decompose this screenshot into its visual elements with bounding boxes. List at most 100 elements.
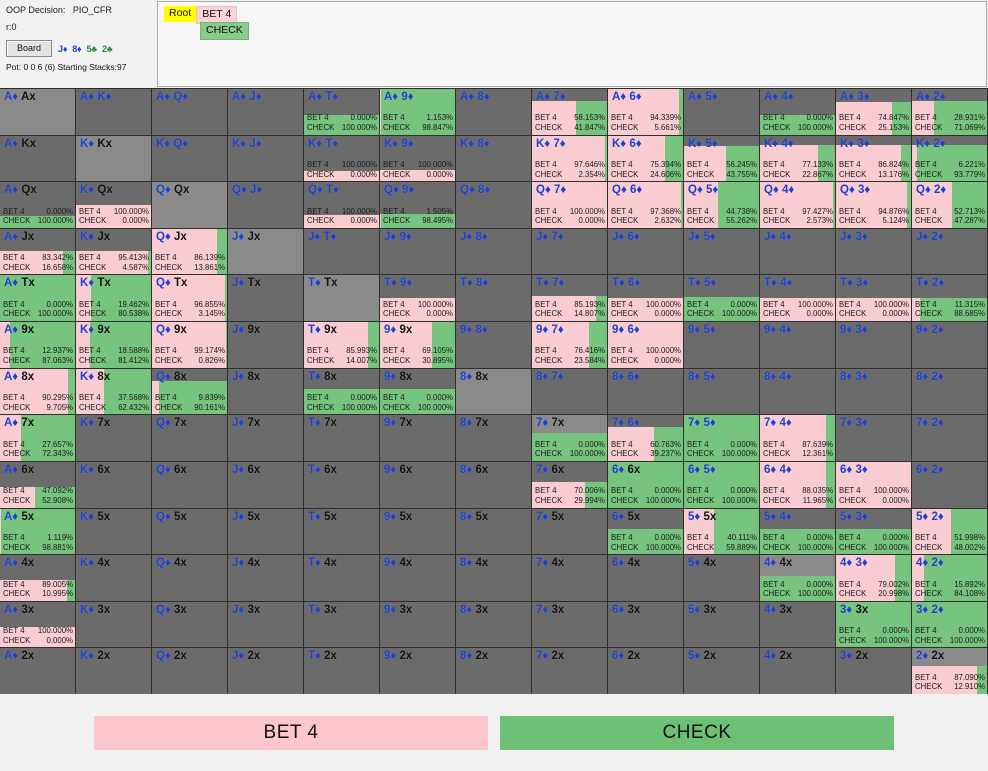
range-cell[interactable]: A♦ 8♦: [456, 89, 532, 136]
range-cell[interactable]: Q♦ 2x: [152, 648, 228, 695]
range-cell[interactable]: 6♦ 2x: [608, 648, 684, 695]
range-cell[interactable]: 9♦ 7♦ BET 4 76.416% CHECK 23.584%: [532, 322, 608, 369]
range-cell[interactable]: Q♦ Qx: [152, 182, 228, 229]
range-cell[interactable]: A♦ Jx BET 4 83.342% CHECK 16.658%: [0, 228, 76, 276]
range-cell[interactable]: A♦ 2x: [0, 648, 76, 695]
range-cell[interactable]: Q♦ 5♦ BET 4 44.738% CHECK 55.262%: [684, 182, 760, 229]
range-cell[interactable]: T♦ 8♦: [456, 275, 532, 323]
range-cell[interactable]: 9♦ 3x: [380, 601, 456, 649]
range-cell[interactable]: 5♦ 2♦ BET 4 51.998% CHECK 48.002%: [912, 508, 988, 556]
range-cell[interactable]: T♦ 2♦ BET 4 11.315% CHECK 88.685%: [912, 275, 988, 323]
range-cell[interactable]: Q♦ 3x: [152, 601, 228, 649]
range-cell[interactable]: J♦ 3x: [228, 601, 304, 649]
range-cell[interactable]: 9♦ 2x: [380, 648, 456, 695]
range-cell[interactable]: A♦ 9♦ BET 4 1.153% CHECK 98.847%: [380, 89, 456, 136]
range-cell[interactable]: J♦ 4♦: [760, 228, 836, 276]
range-cell[interactable]: 5♦ 4x: [684, 555, 760, 602]
range-cell[interactable]: T♦ 8x BET 4 0.000% CHECK 100.000%: [304, 368, 380, 416]
range-cell[interactable]: 6♦ 5x BET 4 0.000% CHECK 100.000%: [608, 508, 684, 556]
range-cell[interactable]: J♦ 4x: [228, 555, 304, 602]
range-cell[interactable]: 8♦ 4x: [456, 555, 532, 602]
range-cell[interactable]: K♦ 5x: [76, 508, 152, 556]
range-cell[interactable]: K♦ 6x: [76, 461, 152, 509]
range-cell[interactable]: 4♦ 3♦ BET 4 79.002% CHECK 20.998%: [836, 555, 912, 602]
range-cell[interactable]: 3♦ 2♦ BET 4 0.000% CHECK 100.000%: [912, 601, 988, 649]
range-cell[interactable]: Q♦ 7x: [152, 415, 228, 462]
range-cell[interactable]: 6♦ 6x BET 4 0.000% CHECK 100.000%: [608, 461, 684, 509]
range-cell[interactable]: 6♦ 4♦ BET 4 88.035% CHECK 11.965%: [760, 461, 836, 509]
range-cell[interactable]: 7♦ 6♦ BET 4 60.763% CHECK 39.237%: [608, 415, 684, 462]
range-cell[interactable]: 7♦ 7x BET 4 0.000% CHECK 100.000%: [532, 415, 608, 462]
range-cell[interactable]: 9♦ 5x: [380, 508, 456, 556]
range-cell[interactable]: 9♦ 4x: [380, 555, 456, 602]
board-button[interactable]: Board: [6, 40, 53, 57]
range-cell[interactable]: T♦ 4♦ BET 4 100.000% CHECK 0.000%: [760, 275, 836, 323]
range-cell[interactable]: T♦ 7♦ BET 4 85.193% CHECK 14.807%: [532, 275, 608, 323]
range-cell[interactable]: T♦ 3♦ BET 4 100.000% CHECK 0.000%: [836, 275, 912, 323]
range-cell[interactable]: 5♦ 4♦ BET 4 0.000% CHECK 100.000%: [760, 508, 836, 556]
range-cell[interactable]: 5♦ 2x: [684, 648, 760, 695]
range-cell[interactable]: Q♦ 4x: [152, 555, 228, 602]
range-cell[interactable]: J♦ 9♦: [380, 228, 456, 276]
range-cell[interactable]: 7♦ 5♦ BET 4 0.000% CHECK 100.000%: [684, 415, 760, 462]
range-cell[interactable]: 8♦ 5♦: [684, 368, 760, 416]
range-cell[interactable]: 7♦ 2♦: [912, 415, 988, 462]
range-cell[interactable]: A♦ 9x BET 4 12.937% CHECK 87.063%: [0, 322, 76, 369]
range-cell[interactable]: 9♦ 5♦: [684, 322, 760, 369]
range-cell[interactable]: A♦ 3♦ BET 4 74.847% CHECK 25.153%: [836, 89, 912, 136]
range-cell[interactable]: 6♦ 4x: [608, 555, 684, 602]
range-cell[interactable]: T♦ 6♦ BET 4 100.000% CHECK 0.000%: [608, 275, 684, 323]
range-cell[interactable]: K♦ 9x BET 4 18.588% CHECK 81.412%: [76, 322, 152, 369]
range-cell[interactable]: 6♦ 2♦: [912, 461, 988, 509]
range-cell[interactable]: K♦ Q♦: [152, 135, 228, 183]
range-cell[interactable]: 9♦ 8♦: [456, 322, 532, 369]
range-cell[interactable]: J♦ 2♦: [912, 228, 988, 276]
range-cell[interactable]: Q♦ 9x BET 4 99.174% CHECK 0.826%: [152, 322, 228, 369]
range-cell[interactable]: T♦ 3x: [304, 601, 380, 649]
range-cell[interactable]: Q♦ 8x BET 4 9.839% CHECK 90.161%: [152, 368, 228, 416]
range-cell[interactable]: 7♦ 6x BET 4 70.006% CHECK 29.994%: [532, 461, 608, 509]
range-cell[interactable]: 8♦ 6♦: [608, 368, 684, 416]
range-cell[interactable]: J♦ T♦: [304, 228, 380, 276]
range-cell[interactable]: J♦ 5x: [228, 508, 304, 556]
range-cell[interactable]: A♦ 7♦ BET 4 58.153% CHECK 41.847%: [532, 89, 608, 136]
range-cell[interactable]: Q♦ 6x: [152, 461, 228, 509]
range-cell[interactable]: K♦ 4♦ BET 4 77.133% CHECK 22.867%: [760, 135, 836, 183]
range-cell[interactable]: K♦ 2x: [76, 648, 152, 695]
range-cell[interactable]: T♦ 9x BET 4 85.993% CHECK 14.007%: [304, 322, 380, 369]
range-cell[interactable]: 3♦ 3x BET 4 0.000% CHECK 100.000%: [836, 601, 912, 649]
range-cell[interactable]: 6♦ 3x: [608, 601, 684, 649]
range-cell[interactable]: T♦ 4x: [304, 555, 380, 602]
range-cell[interactable]: J♦ 5♦: [684, 228, 760, 276]
range-cell[interactable]: 6♦ 5♦ BET 4 0.000% CHECK 100.000%: [684, 461, 760, 509]
range-cell[interactable]: Q♦ T♦ BET 4 100.000% CHECK 0.000%: [304, 182, 380, 229]
range-cell[interactable]: A♦ 6x BET 4 47.092% CHECK 52.908%: [0, 461, 76, 509]
range-cell[interactable]: K♦ 7♦ BET 4 97.646% CHECK 2.354%: [532, 135, 608, 183]
range-cell[interactable]: T♦ 6x: [304, 461, 380, 509]
tree-node-check[interactable]: CHECK: [200, 22, 249, 40]
range-cell[interactable]: K♦ 5♦ BET 4 56.245% CHECK 43.755%: [684, 135, 760, 183]
range-cell[interactable]: K♦ 4x: [76, 555, 152, 602]
range-cell[interactable]: 8♦ 8x: [456, 368, 532, 416]
range-cell[interactable]: T♦ 9♦ BET 4 100.000% CHECK 0.000%: [380, 275, 456, 323]
range-cell[interactable]: J♦ 6x: [228, 461, 304, 509]
range-cell[interactable]: J♦ 7x: [228, 415, 304, 462]
range-cell[interactable]: 7♦ 3x: [532, 601, 608, 649]
legend-bet[interactable]: BET 4: [94, 715, 488, 750]
range-cell[interactable]: 7♦ 4x: [532, 555, 608, 602]
range-cell[interactable]: 9♦ 6♦ BET 4 100.000% CHECK 0.000%: [608, 322, 684, 369]
range-cell[interactable]: A♦ Qx BET 4 0.000% CHECK 100.000%: [0, 182, 76, 229]
range-cell[interactable]: 4♦ 4x BET 4 0.000% CHECK 100.000%: [760, 555, 836, 602]
range-cell[interactable]: K♦ 9♦ BET 4 100.000% CHECK 0.000%: [380, 135, 456, 183]
range-cell[interactable]: J♦ Tx: [228, 275, 304, 323]
range-cell[interactable]: 7♦ 3♦: [836, 415, 912, 462]
range-cell[interactable]: Q♦ 8♦: [456, 182, 532, 229]
range-cell[interactable]: K♦ J♦: [228, 135, 304, 183]
legend-check[interactable]: CHECK: [500, 715, 894, 750]
range-cell[interactable]: A♦ 3x BET 4 100.000% CHECK 0.000%: [0, 601, 76, 649]
range-cell[interactable]: K♦ Qx BET 4 100.000% CHECK 0.000%: [76, 182, 152, 229]
range-cell[interactable]: 8♦ 3x: [456, 601, 532, 649]
range-cell[interactable]: K♦ 2♦ BET 4 6.221% CHECK 93.779%: [912, 135, 988, 183]
range-cell[interactable]: K♦ 3♦ BET 4 86.824% CHECK 13.176%: [836, 135, 912, 183]
range-cell[interactable]: 9♦ 4♦: [760, 322, 836, 369]
